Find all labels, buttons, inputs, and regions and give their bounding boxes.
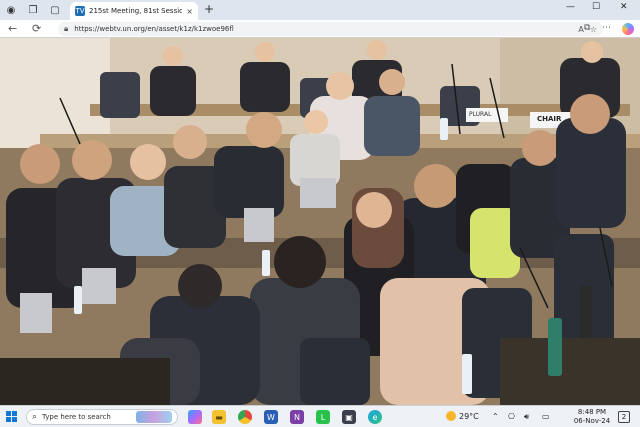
weather-temperature: 29°C — [459, 411, 479, 421]
placard-text-2: PLURAL — [469, 111, 492, 118]
workspaces-icon[interactable]: ❐ — [26, 3, 40, 17]
tray-chevron-icon[interactable]: ⌃ — [492, 412, 499, 421]
clock-time: 8:48 PM — [577, 408, 607, 416]
browser-tab-strip: ◉ ❐ ▢ TV 215st Meeting, 81st Session, Co… — [0, 0, 640, 20]
copilot-icon[interactable] — [622, 23, 634, 35]
read-aloud-icon[interactable]: A — [578, 25, 583, 34]
notification-center-badge[interactable]: 2 — [618, 411, 630, 423]
un-webtv-favicon-icon: TV — [75, 6, 85, 16]
browser-toolbar: ← ⟳ 🔒︎ https://webtv.un.org/en/asset/k1z… — [0, 20, 640, 38]
url-text[interactable]: https://webtv.un.org/en/asset/k1z/k1zwoe… — [74, 25, 572, 33]
close-window-button[interactable]: ✕ — [620, 2, 628, 12]
search-highlight-art — [136, 411, 172, 423]
volume-icon[interactable]: 🔊︎ — [524, 412, 529, 422]
tab-active[interactable]: TV 215st Meeting, 81st Session, Co × — [70, 2, 198, 20]
more-menu-button[interactable]: ⋯ — [602, 23, 611, 33]
tab-title: 215st Meeting, 81st Session, Co — [89, 7, 183, 15]
weather-widget[interactable]: 29°C — [446, 411, 479, 421]
onenote-icon[interactable]: N — [290, 410, 304, 424]
weather-icon — [446, 411, 456, 421]
network-icon[interactable]: ⎔ — [508, 412, 515, 421]
word-icon[interactable]: W — [264, 410, 278, 424]
tab-close-icon[interactable]: × — [186, 7, 193, 16]
taskbar-search-box[interactable]: ⌕ Type here to search — [26, 409, 178, 425]
windows-start-icon[interactable] — [6, 411, 18, 423]
profile-icon[interactable]: ◉ — [4, 3, 18, 17]
store-icon[interactable]: ▣ — [342, 410, 356, 424]
edge-icon[interactable]: e — [368, 410, 382, 424]
reload-button[interactable]: ⟳ — [32, 22, 41, 35]
video-player[interactable]: PLURAL CHAIR — [0, 38, 640, 405]
file-explorer-icon[interactable]: ▬ — [212, 410, 226, 424]
battery-icon[interactable]: ▭ — [542, 412, 550, 421]
search-icon: ⌕ — [32, 412, 38, 422]
address-bar[interactable]: 🔒︎ https://webtv.un.org/en/asset/k1z/k1z… — [58, 22, 603, 36]
tab-actions-icon[interactable]: ▢ — [48, 3, 62, 17]
back-button[interactable]: ← — [8, 22, 17, 35]
favorite-icon[interactable]: ☆ — [590, 25, 597, 34]
new-tab-button[interactable]: + — [204, 2, 214, 16]
chrome-icon[interactable] — [238, 410, 252, 424]
extensions-icon[interactable]: ⧉ — [584, 23, 590, 33]
line-icon[interactable]: L — [316, 410, 330, 424]
maximize-button[interactable]: ☐ — [592, 2, 600, 12]
clock-date: 06-Nov-24 — [573, 417, 611, 425]
chair-placard: CHAIR — [537, 115, 562, 123]
lock-icon[interactable]: 🔒︎ — [64, 24, 68, 34]
conference-room-scene — [0, 38, 640, 405]
minimize-button[interactable]: — — [566, 2, 575, 12]
system-clock[interactable]: 8:48 PM 06-Nov-24 — [572, 408, 612, 426]
search-placeholder: Type here to search — [42, 413, 111, 421]
copilot-taskbar-icon[interactable] — [188, 410, 202, 424]
windows-taskbar: ⌕ Type here to search ▬ W N L ▣ e 29°C ⌃… — [0, 405, 640, 427]
